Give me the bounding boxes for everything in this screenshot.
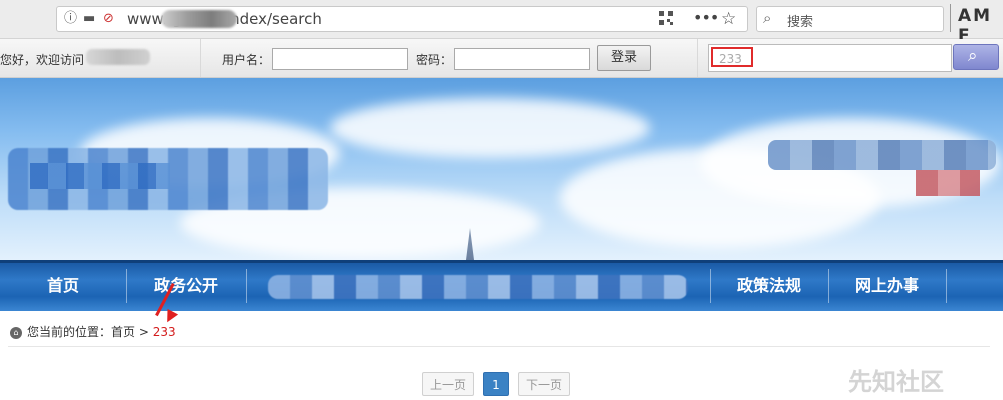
username-input[interactable]: [272, 48, 408, 70]
browser-search-placeholder: 搜索: [787, 15, 814, 30]
password-input[interactable]: [454, 48, 590, 70]
redacted-slogan: [768, 140, 996, 170]
browser-search-box[interactable]: ⌕ 搜索: [756, 6, 944, 32]
bookmark-star-icon[interactable]: ☆: [721, 9, 736, 29]
breadcrumb-prefix[interactable]: 您当前的位置：首页: [27, 325, 135, 339]
site-top-bar: 您好，欢迎访问 用户名： 密码： 登录 233 ⌕: [0, 39, 1003, 78]
watermark: 先知社区: [848, 368, 944, 396]
breadcrumb-current: 233: [152, 325, 176, 339]
site-banner: [0, 78, 1003, 260]
redacted-site-name: [86, 49, 150, 65]
redacted-slogan-red: [916, 170, 980, 196]
home-icon: ⌂: [10, 326, 22, 339]
prev-page-button[interactable]: 上一页: [422, 372, 474, 396]
info-icon[interactable]: ⓘ: [64, 11, 77, 27]
divider: [697, 39, 698, 77]
search-value-highlight: 233: [711, 47, 753, 67]
password-label: 密码：: [416, 53, 453, 67]
redacted-mask: [161, 10, 237, 28]
toolbar-divider: [950, 4, 951, 32]
nav-separator: [946, 269, 947, 303]
page-number-current[interactable]: 1: [483, 372, 509, 396]
username-label: 用户名：: [222, 53, 271, 67]
redacted-logo-detail: [30, 163, 170, 189]
site-search-button[interactable]: ⌕: [953, 44, 999, 70]
search-icon: ⌕: [763, 9, 772, 27]
cloud: [330, 98, 650, 158]
insecure-lock-icon[interactable]: ⊘: [103, 11, 114, 27]
address-bar[interactable]: ⓘ ▬ ⊘ www. gov.cn/index/search ••• ☆: [56, 6, 748, 32]
login-button[interactable]: 登录: [597, 45, 651, 71]
search-icon: ⌕: [968, 46, 978, 66]
welcome-text: 您好，欢迎访问: [0, 53, 85, 67]
nav-separator: [246, 269, 247, 303]
main-nav: 首页 政务公开 政策法规 网上办事: [0, 260, 1003, 311]
next-page-button[interactable]: 下一页: [518, 372, 570, 396]
nav-item-government-affairs[interactable]: 政务公开: [126, 263, 246, 308]
divider-line: [8, 346, 990, 347]
nav-item-online-services[interactable]: 网上办事: [828, 263, 946, 308]
browser-toolbar: ⓘ ▬ ⊘ www. gov.cn/index/search ••• ☆ ⌕ 搜…: [0, 0, 1003, 46]
nav-item-policies[interactable]: 政策法规: [710, 263, 828, 308]
nav-item-home[interactable]: 首页: [0, 263, 126, 308]
redacted-nav-items: [268, 275, 688, 299]
qr-code-icon[interactable]: [659, 11, 673, 25]
site-search-input[interactable]: 233: [708, 44, 952, 72]
divider: [200, 39, 201, 77]
breadcrumb: ⌂ 您当前的位置：首页 > 233: [10, 323, 176, 340]
permissions-icon[interactable]: ▬: [83, 11, 95, 27]
more-actions-icon[interactable]: •••: [693, 8, 719, 27]
breadcrumb-separator: >: [138, 325, 149, 339]
